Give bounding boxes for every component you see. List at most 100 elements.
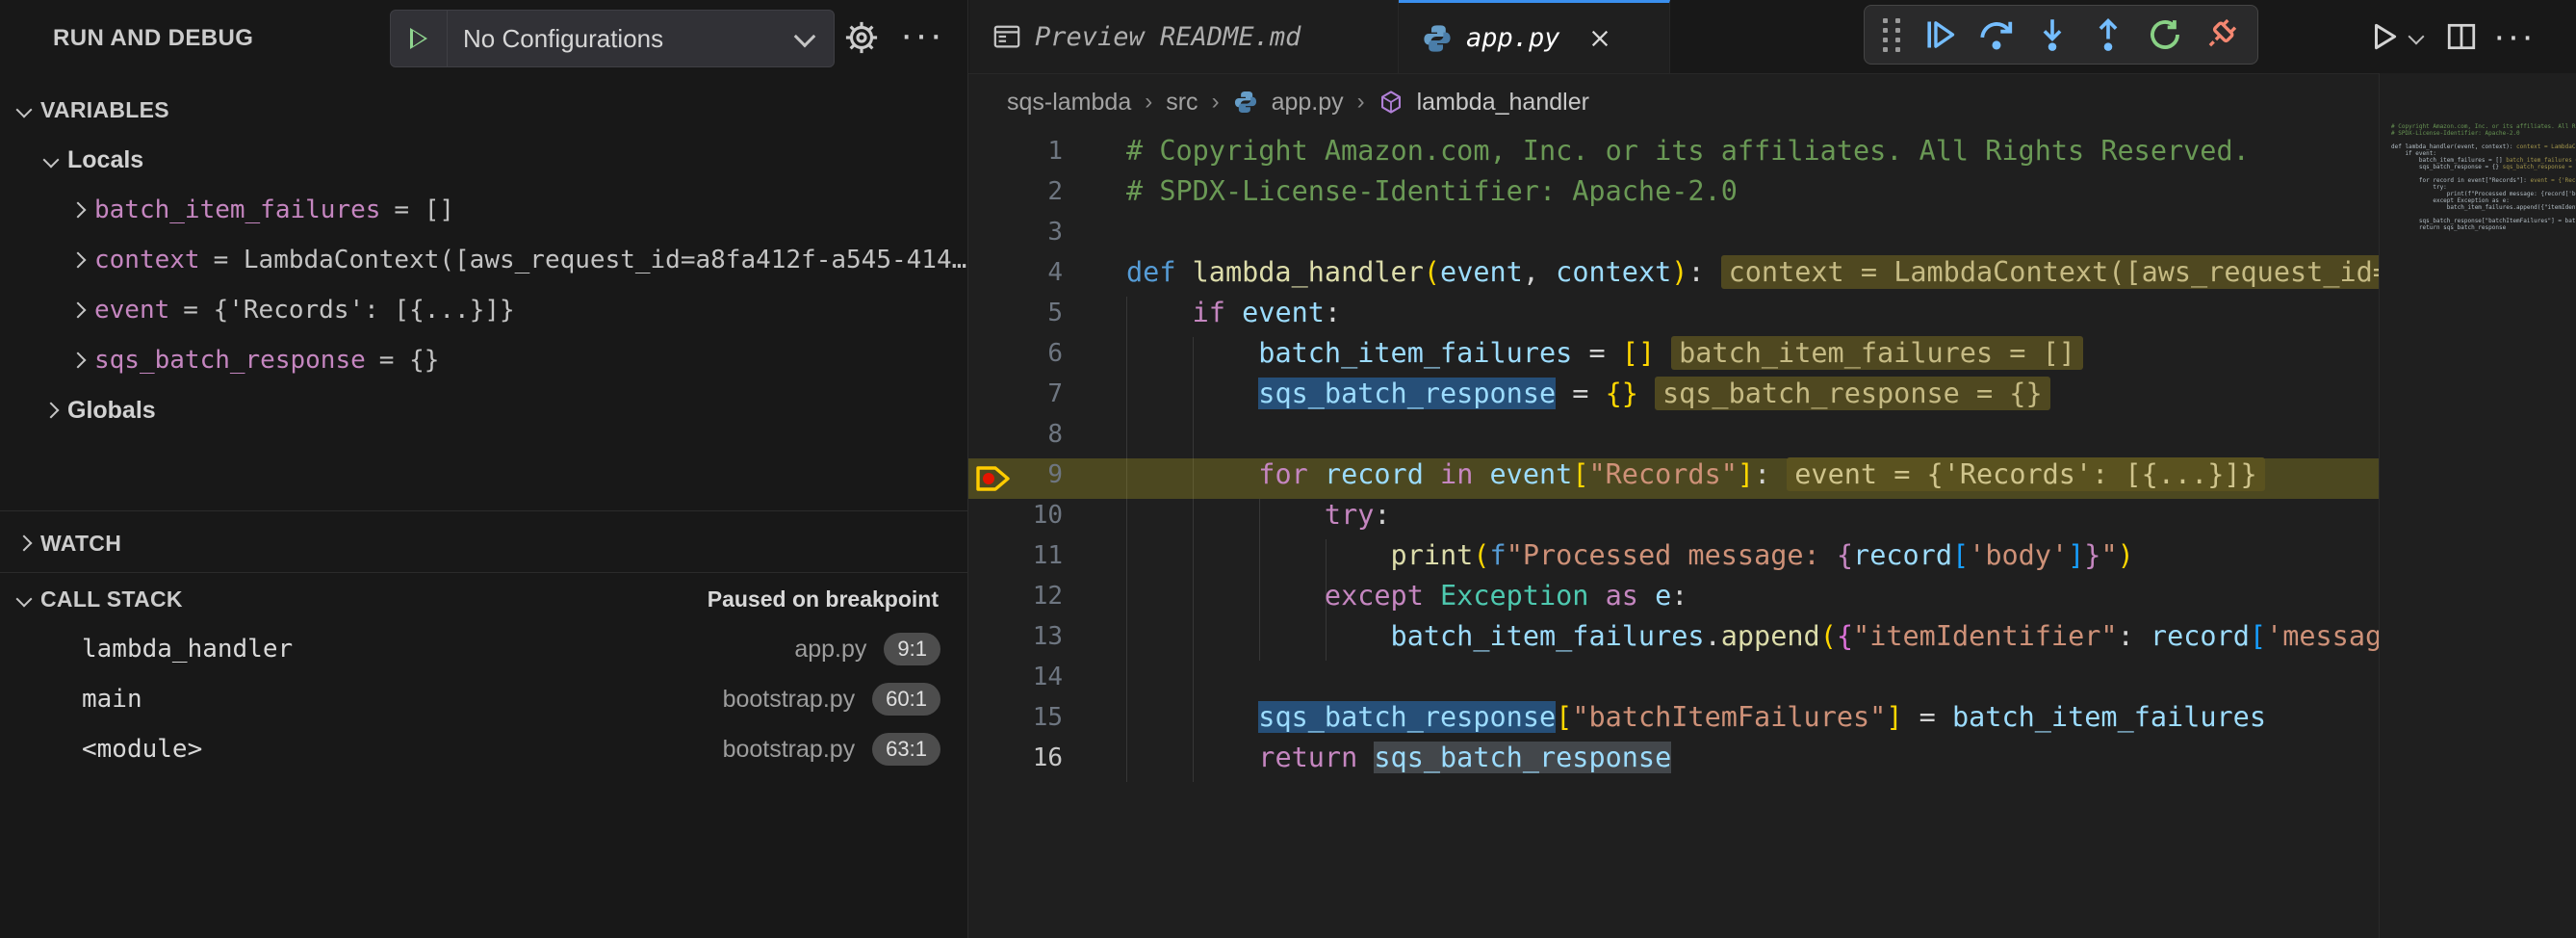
code-token: context <box>1556 256 1671 288</box>
line-number[interactable]: 7 <box>976 374 1063 414</box>
variable-row-sqs_batch_response[interactable]: sqs_batch_response= {} <box>0 335 967 385</box>
run-dropdown-button[interactable] <box>2410 13 2422 60</box>
editor-more-actions-button[interactable]: ··· <box>2487 13 2541 60</box>
code-editor[interactable]: 12345678910111213141516 # Copyright Amaz… <box>968 131 2379 938</box>
sidebar-more-actions-button[interactable]: ··· <box>893 8 951 62</box>
code-line-12[interactable]: except Exception as e: <box>1067 576 2379 616</box>
close-icon <box>1587 26 1612 51</box>
watch-section-header[interactable]: WATCH <box>0 518 967 568</box>
breadcrumb-file[interactable]: app.py <box>1272 89 1344 117</box>
start-debug-button[interactable] <box>391 11 448 66</box>
code-token: : <box>2118 620 2151 652</box>
frame-position-badge: 63:1 <box>872 733 940 766</box>
debug-config-dropdown[interactable]: No Configurations <box>390 10 835 67</box>
line-number[interactable]: 8 <box>976 414 1063 455</box>
paused-status-text: Paused on breakpoint <box>708 576 939 622</box>
code-token <box>1126 620 1391 652</box>
code-line-8[interactable] <box>1067 414 2379 455</box>
breadcrumb-symbol[interactable]: lambda_handler <box>1417 89 1589 117</box>
call-stack-frame-3[interactable]: <module>bootstrap.py63:1 <box>0 724 967 774</box>
code-line-13[interactable]: batch_item_failures.append({"itemIdentif… <box>1067 616 2379 657</box>
code-token: batch_item_failures <box>1258 337 1572 369</box>
code-line-3[interactable] <box>1067 212 2379 252</box>
line-number[interactable]: 3 <box>976 212 1063 252</box>
step-out-button[interactable] <box>2085 11 2131 59</box>
line-number[interactable]: 13 <box>976 616 1063 657</box>
code-token: [ <box>1952 539 1969 571</box>
code-line-9[interactable]: for record in event["Records"]:event = {… <box>1067 455 2379 495</box>
tab-preview-readme[interactable]: Preview README.md <box>969 0 1399 73</box>
run-and-debug-sidebar: RUN AND DEBUG No Configurations ··· VARI… <box>0 0 968 938</box>
code-line-2[interactable]: # SPDX-License-Identifier: Apache-2.0 <box>1067 171 2379 212</box>
close-tab-button[interactable] <box>1584 22 1616 55</box>
chevron-right-icon <box>70 252 87 269</box>
code-line-15[interactable]: sqs_batch_response["batchItemFailures"] … <box>1067 697 2379 738</box>
breadcrumb-folder[interactable]: src <box>1166 89 1198 117</box>
run-python-file-button[interactable] <box>2368 13 2401 60</box>
chevron-right-icon <box>70 302 87 319</box>
call-stack-frame-1[interactable]: lambda_handlerapp.py9:1 <box>0 624 967 674</box>
line-number[interactable]: 4 <box>976 252 1063 293</box>
frame-position-badge: 9:1 <box>884 633 940 665</box>
disconnect-icon <box>2203 17 2238 52</box>
variable-value: = {} <box>379 346 440 375</box>
split-editor-icon <box>2445 20 2478 53</box>
code-token: : <box>1374 499 1390 531</box>
code-token: batch_item_failures <box>1952 701 2266 733</box>
code-token: { <box>1837 620 1853 652</box>
breadcrumb-folder[interactable]: sqs-lambda <box>1007 89 1131 117</box>
call-stack-section-header[interactable]: CALL STACK Paused on breakpoint <box>0 576 967 622</box>
code-line-7[interactable]: sqs_batch_response = {}sqs_batch_respons… <box>1067 374 2379 414</box>
chevron-down-icon <box>797 29 834 49</box>
split-editor-button[interactable] <box>2445 13 2478 60</box>
call-stack-frame-2[interactable]: mainbootstrap.py60:1 <box>0 674 967 724</box>
code-token: [ <box>1572 458 1588 490</box>
minimap-line: print(f"Processed message: {record['body… <box>2391 191 2574 197</box>
code-line-1[interactable]: # Copyright Amazon.com, Inc. or its affi… <box>1067 131 2379 171</box>
variable-row-batch_item_failures[interactable]: batch_item_failures= [] <box>0 185 967 235</box>
line-number[interactable]: 16 <box>976 738 1063 778</box>
variables-scope-globals[interactable]: Globals <box>0 385 967 435</box>
code-token: 'messageId' <box>2266 620 2379 652</box>
code-line-10[interactable]: try: <box>1067 495 2379 535</box>
continue-button[interactable] <box>1917 11 1963 59</box>
line-number[interactable]: 9 <box>976 455 1063 495</box>
variable-row-event[interactable]: event= {'Records': [{...}]} <box>0 285 967 335</box>
code-token <box>1126 701 1258 733</box>
line-number[interactable]: 15 <box>976 697 1063 738</box>
code-token: print <box>1391 539 1474 571</box>
restart-button[interactable] <box>2142 11 2188 59</box>
variable-row-context[interactable]: context= LambdaContext([aws_request_id=a… <box>0 235 967 285</box>
line-number[interactable]: 1 <box>976 131 1063 171</box>
disconnect-button[interactable] <box>2198 11 2244 59</box>
code-line-4[interactable]: def lambda_handler(event, context):conte… <box>1067 252 2379 293</box>
line-number[interactable]: 10 <box>976 495 1063 535</box>
minimap-line: if event: <box>2391 150 2574 157</box>
variable-value: = LambdaContext([aws_request_id=a8fa412f… <box>214 246 967 274</box>
line-number[interactable]: 2 <box>976 171 1063 212</box>
section-divider <box>0 572 967 573</box>
code-line-14[interactable] <box>1067 657 2379 697</box>
code-line-16[interactable]: return sqs_batch_response <box>1067 738 2379 778</box>
line-number[interactable]: 12 <box>976 576 1063 616</box>
code-line-6[interactable]: batch_item_failures = []batch_item_failu… <box>1067 333 2379 374</box>
line-number[interactable]: 6 <box>976 333 1063 374</box>
variables-scope-locals[interactable]: Locals <box>0 135 967 185</box>
code-line-5[interactable]: if event: <box>1067 293 2379 333</box>
step-over-button[interactable] <box>1973 11 2020 59</box>
line-number[interactable]: 14 <box>976 657 1063 697</box>
minimap-line: sqs_batch_response = {} sqs_batch_respon… <box>2391 164 2574 170</box>
code-token: : <box>1754 458 1770 490</box>
code-line-11[interactable]: print(f"Processed message: {record['body… <box>1067 535 2379 576</box>
minimap[interactable]: # Copyright Amazon.com, Inc. or its affi… <box>2379 73 2576 938</box>
toolbar-drag-handle[interactable] <box>1878 11 1907 59</box>
settings-gear-button[interactable] <box>839 15 884 60</box>
line-number[interactable]: 5 <box>976 293 1063 333</box>
variables-section-header[interactable]: VARIABLES <box>0 85 967 135</box>
tab-app-py[interactable]: app.py <box>1399 0 1670 73</box>
line-number[interactable]: 11 <box>976 535 1063 576</box>
code-token: { <box>1837 539 1853 571</box>
editor-gutter[interactable]: 12345678910111213141516 <box>968 131 1067 938</box>
code-token: f <box>1490 539 1507 571</box>
step-into-button[interactable] <box>2029 11 2075 59</box>
